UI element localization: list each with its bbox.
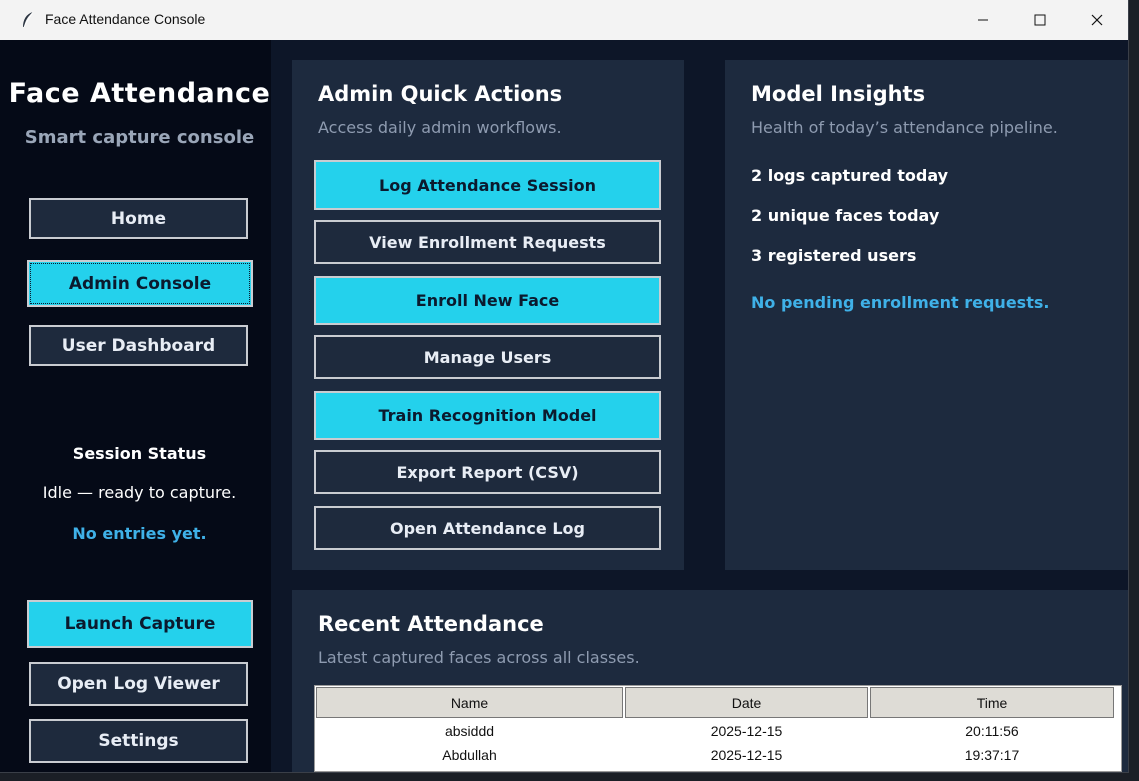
app-subtitle: Smart capture console <box>24 127 255 148</box>
open-attendance-log-button[interactable]: Open Attendance Log <box>314 506 661 550</box>
table-row[interactable]: Abdullah 2025-12-15 19:37:17 <box>315 743 1121 767</box>
cell-name: absiddd <box>444 723 495 739</box>
window-title: Face Attendance Console <box>45 11 206 27</box>
maximize-button[interactable] <box>1011 0 1069 40</box>
admin-quick-actions-card: Admin Quick Actions Access daily admin w… <box>292 60 684 570</box>
cell-name: Abdullah <box>442 747 497 763</box>
quick-actions-subtitle: Access daily admin workflows. <box>318 118 562 137</box>
maximize-icon <box>1034 14 1046 26</box>
title-bar: Face Attendance Console <box>0 0 1128 40</box>
logs-captured-stat: 2 logs captured today <box>751 166 949 185</box>
insights-subtitle: Health of today’s attendance pipeline. <box>751 118 1058 137</box>
cell-time: 19:37:17 <box>964 747 1020 763</box>
feather-icon <box>23 11 34 28</box>
session-entries-text: No entries yet. <box>72 524 207 543</box>
recent-subtitle: Latest captured faces across all classes… <box>318 648 640 667</box>
train-recognition-model-button[interactable]: Train Recognition Model <box>314 391 661 440</box>
pending-requests-text: No pending enrollment requests. <box>751 293 1050 312</box>
cell-date: 2025-12-15 <box>710 723 783 739</box>
column-header-date[interactable]: Date <box>625 687 868 718</box>
attendance-table: Name Date Time absiddd 2025-12-15 20:11:… <box>314 685 1122 772</box>
view-enrollment-requests-button[interactable]: View Enrollment Requests <box>314 220 661 264</box>
admin-console-button[interactable]: Admin Console <box>27 260 253 307</box>
registered-users-stat: 3 registered users <box>751 246 917 265</box>
insights-title: Model Insights <box>751 82 926 106</box>
cell-time: 20:11:56 <box>965 723 1019 739</box>
model-insights-card: Model Insights Health of today’s attenda… <box>725 60 1128 570</box>
minimize-icon <box>978 19 988 21</box>
cell-date: 2025-12-15 <box>710 747 783 763</box>
user-dashboard-button[interactable]: User Dashboard <box>29 325 248 366</box>
settings-button[interactable]: Settings <box>29 719 248 763</box>
minimize-button[interactable] <box>954 0 1012 40</box>
sidebar: Face Attendance Smart capture console Ho… <box>0 40 271 772</box>
app-title: Face Attendance <box>8 78 271 109</box>
manage-users-button[interactable]: Manage Users <box>314 335 661 379</box>
table-header: Name Date Time <box>315 686 1121 719</box>
session-status-text: Idle — ready to capture. <box>42 483 237 502</box>
enroll-new-face-button[interactable]: Enroll New Face <box>314 276 661 325</box>
home-button[interactable]: Home <box>29 198 248 239</box>
table-row[interactable]: absiddd 2025-12-15 20:11:56 <box>315 719 1121 743</box>
close-icon <box>1091 14 1103 26</box>
log-attendance-session-button[interactable]: Log Attendance Session <box>314 160 661 210</box>
recent-title: Recent Attendance <box>318 612 544 636</box>
launch-capture-button[interactable]: Launch Capture <box>27 600 253 648</box>
quick-actions-title: Admin Quick Actions <box>318 82 563 106</box>
open-log-viewer-button[interactable]: Open Log Viewer <box>29 662 248 706</box>
session-status-heading: Session Status <box>72 444 207 463</box>
column-header-name[interactable]: Name <box>316 687 623 718</box>
column-header-time[interactable]: Time <box>870 687 1114 718</box>
app-window: Face Attendance Console Face Attendance … <box>0 0 1129 773</box>
unique-faces-stat: 2 unique faces today <box>751 206 940 225</box>
export-report-button[interactable]: Export Report (CSV) <box>314 450 661 494</box>
close-button[interactable] <box>1068 0 1126 40</box>
